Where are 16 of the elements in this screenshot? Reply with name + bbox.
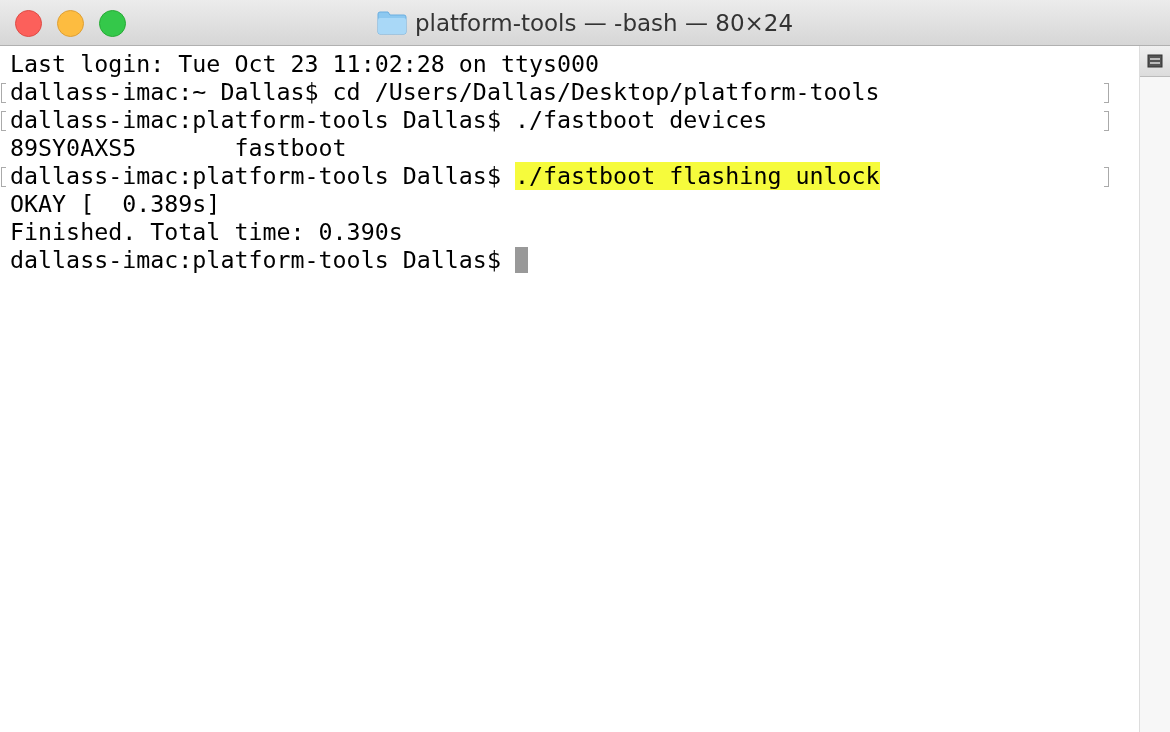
close-button[interactable]: [15, 10, 42, 37]
window-title: platform-tools — -bash — 80×24: [414, 9, 794, 36]
terminal-line: 89SY0AXS5 fastboot: [10, 134, 347, 162]
terminal-line: Last login: Tue Oct 23 11:02:28 on ttys000: [10, 50, 600, 78]
terminal-line: dallass-imac:platform-tools Dallas$: [10, 246, 502, 274]
split-pane-button[interactable]: [1140, 46, 1170, 77]
highlighted-command: ./fastboot flashing unlock: [514, 162, 880, 190]
terminal-line: OKAY [ 0.389s]: [10, 190, 221, 218]
split-pane-icon: [1147, 54, 1163, 68]
folder-icon: [376, 10, 407, 35]
minimize-button[interactable]: [57, 10, 84, 37]
terminal-line: Finished. Total time: 0.390s: [10, 218, 403, 246]
terminal-line: dallass-imac:~ Dallas$ cd /Users/Dallas/Desktop/platform-tools: [10, 78, 880, 106]
terminal-line: dallass-imac:platform-tools Dallas$ ./fastboot devices: [10, 106, 768, 134]
zoom-button[interactable]: [99, 10, 126, 37]
terminal-line: dallass-imac:platform-tools Dallas$: [10, 162, 502, 190]
